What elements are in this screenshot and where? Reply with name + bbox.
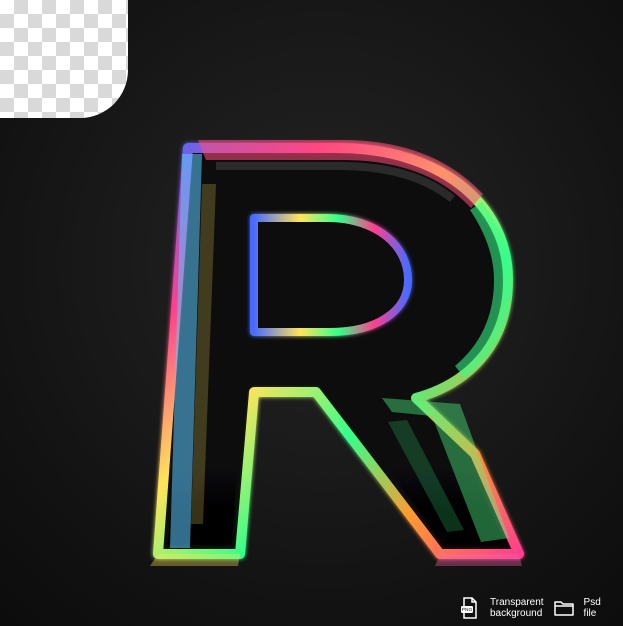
psd-label-line2: file: [583, 608, 597, 619]
svg-text:PNG: PNG: [462, 607, 473, 613]
file-badges: PNG Transparent background Psd file: [458, 591, 601, 625]
letter-r-3d-iridescent-icon: [150, 140, 524, 566]
letter-r-counter: [250, 214, 412, 336]
psd-file-badge: Psd file: [552, 596, 601, 620]
png-file-icon: PNG: [461, 597, 477, 619]
transparency-checkerboard: [0, 0, 128, 118]
product-preview: PNG Transparent background Psd file: [0, 0, 623, 626]
transparent-background-label: Transparent background: [490, 597, 544, 619]
folder-file-icon: [553, 601, 574, 616]
transparent-label-line1: Transparent: [490, 597, 544, 608]
transparent-background-badge: PNG Transparent background: [458, 596, 544, 620]
iridescent-letter-r: [130, 118, 550, 588]
psd-file-label: Psd file: [584, 597, 601, 619]
bottom-bevel-accent: [150, 554, 240, 566]
bottom-right-bevel-accent: [435, 554, 522, 566]
psd-label-line1: Psd: [583, 597, 601, 608]
transparent-label-line2: background: [490, 608, 543, 619]
